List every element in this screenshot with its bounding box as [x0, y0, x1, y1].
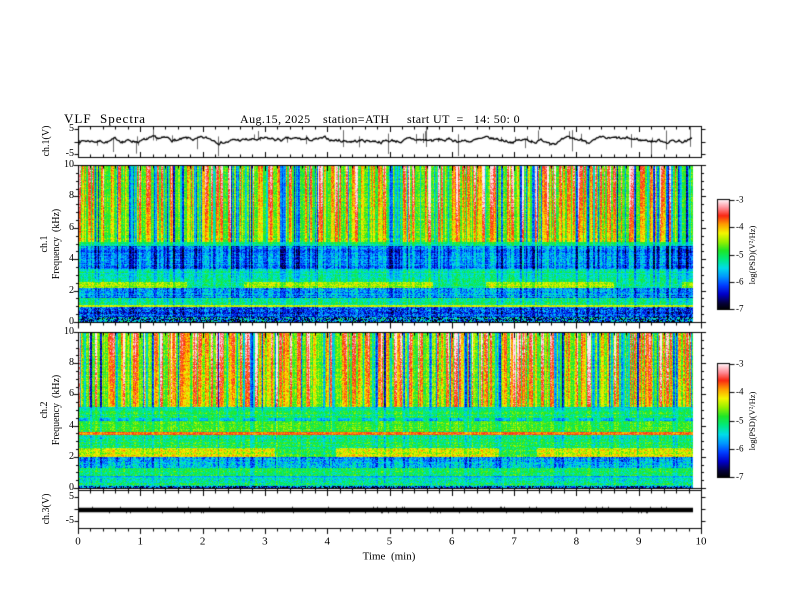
ch3-waveform-ylabel: ch.3(V)	[41, 493, 52, 525]
spec2-y-tick-label: 10	[64, 326, 74, 337]
header-start-ut: start UT = 14: 50: 0	[407, 112, 521, 126]
colorbar1-tick-label: -6	[736, 276, 744, 287]
spec1-y-tick-label: 10	[64, 159, 74, 170]
header-station: station=ATH	[323, 112, 390, 126]
spec1-y-tick-label: 6	[69, 221, 74, 233]
ch1-spectrogram-frequency-label: Frequency (kHz)	[51, 208, 62, 280]
x-tick-label: 2	[199, 535, 206, 548]
colorbar2-tick-label: -6	[736, 443, 744, 454]
spec2-y-tick-label: 2	[69, 450, 74, 462]
ch1-waveform-ylabel: ch.1(V)	[41, 125, 52, 157]
x-tick-label: 8	[573, 535, 580, 548]
ch1-wave-y-tick-label: -5	[65, 148, 74, 159]
spec1-y-tick-label: 4	[69, 253, 74, 265]
x-tick-label: 3	[262, 535, 268, 548]
spec2-y-tick-label: 8	[69, 357, 74, 369]
vlf-spectra-figure: VLF Spectra Aug.15, 2025 station=ATH sta…	[0, 0, 792, 612]
colorbar2-tick-label: -5	[736, 415, 744, 425]
x-tick-label: 5	[386, 535, 393, 548]
ch2-spectrogram-channel-label: ch.2	[39, 401, 50, 419]
colorbar1-tick-label: -4	[736, 221, 744, 232]
spec1-y-tick-label: 8	[69, 190, 74, 202]
plot-canvas	[0, 0, 792, 612]
ch1-spectrogram-channel-label: ch.1	[39, 235, 50, 253]
page-title: VLF Spectra	[64, 111, 147, 126]
colorbar2-tick-label: -3	[736, 358, 744, 369]
colorbar2-tick-label: -7	[736, 471, 744, 482]
x-tick-label: 9	[635, 535, 642, 548]
spec1-y-tick-label: 2	[69, 284, 74, 296]
colorbar1-tick-label: -5	[736, 249, 744, 259]
time-axis-label: Time (min)	[362, 550, 416, 563]
x-tick-label: 10	[695, 535, 707, 548]
ch2-spectrogram-frequency-label: Frequency (kHz)	[51, 374, 62, 446]
x-tick-label: 0	[75, 535, 81, 548]
colorbar1-tick-label: -7	[736, 303, 744, 314]
x-tick-label: 7	[511, 535, 517, 548]
colorbar2-tick-label: -4	[736, 386, 744, 397]
ch3-y-tick-label: 5	[69, 491, 74, 502]
colorbar2-axis-label: log(PSD)(V²/Hz)	[746, 391, 757, 451]
x-tick-label: 1	[137, 535, 144, 548]
colorbar1-axis-label: log(PSD)(V²/Hz)	[746, 225, 757, 285]
colorbar1-tick-label: -3	[736, 194, 744, 205]
x-tick-label: 4	[324, 535, 330, 548]
header-date: Aug.15, 2025	[240, 112, 311, 126]
x-tick-label: 6	[449, 535, 455, 548]
ch1-wave-y-tick-label: 5	[69, 123, 74, 134]
spec2-y-tick-label: 6	[69, 388, 74, 400]
spec2-y-tick-label: 4	[69, 419, 74, 431]
ch3-y-tick-label: -5	[65, 515, 74, 526]
